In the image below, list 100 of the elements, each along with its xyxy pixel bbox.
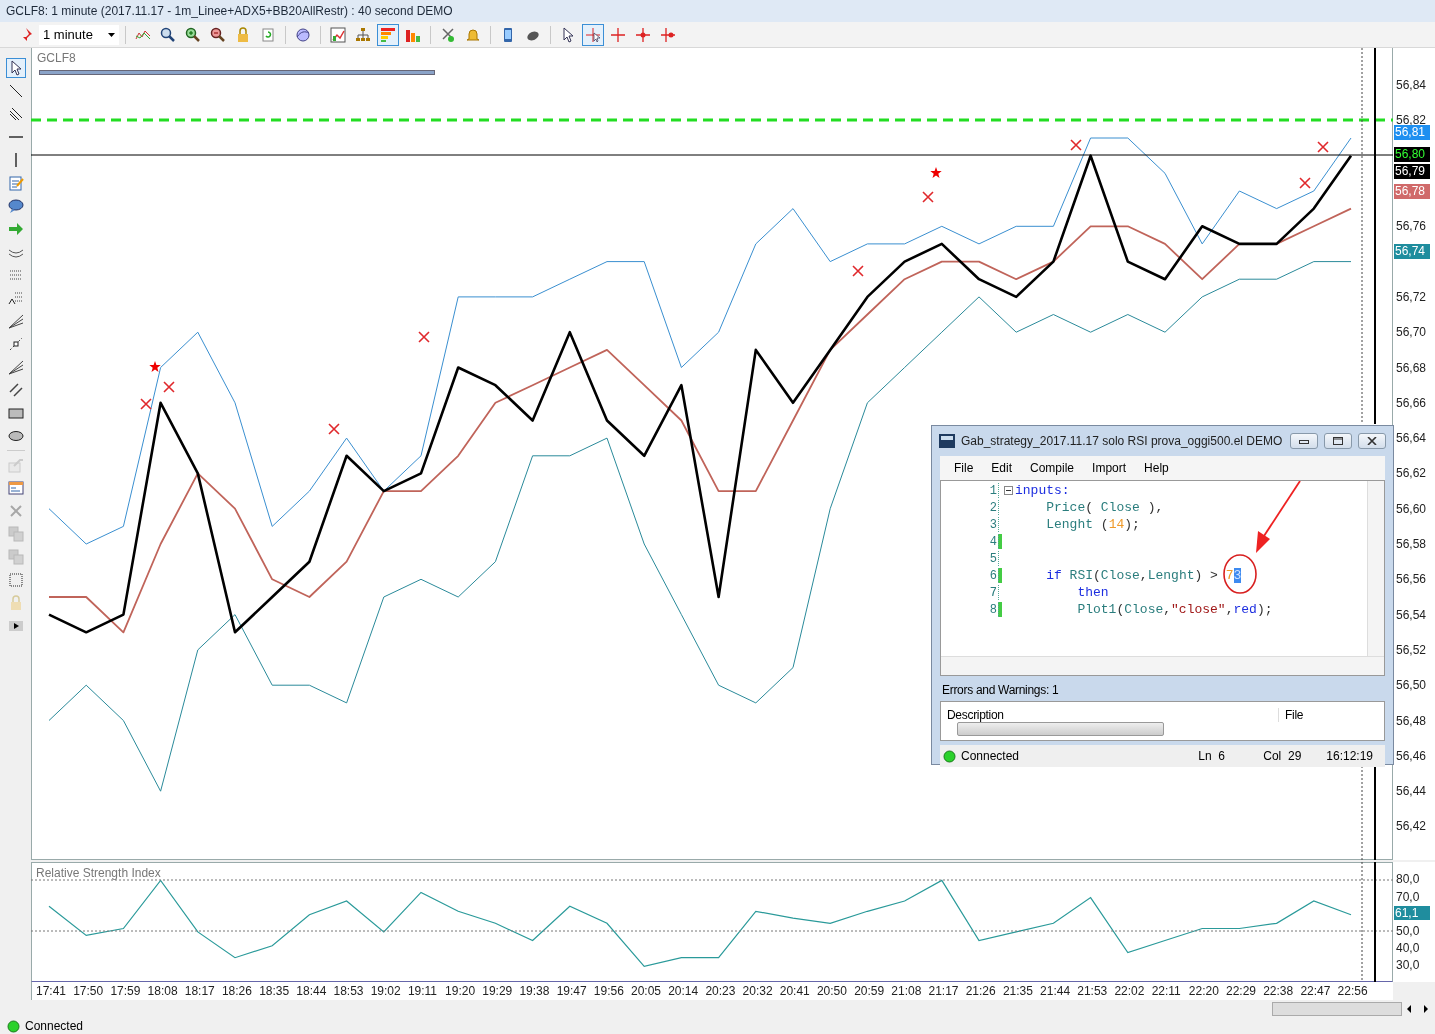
menu-item[interactable]: Edit <box>991 461 1013 475</box>
close-button[interactable] <box>1358 433 1386 449</box>
channel-icon <box>7 382 24 398</box>
line-number: 6 <box>988 568 997 583</box>
maximize-icon <box>1333 437 1343 445</box>
price-tag: 56,79 <box>1394 164 1430 179</box>
time-label: 18:44 <box>296 983 328 1000</box>
column-header[interactable]: File <box>1279 708 1304 722</box>
menu-item[interactable]: Help <box>1144 461 1169 475</box>
ellipse-icon <box>7 428 24 444</box>
code-line: then <box>1076 585 1109 600</box>
axis-label: 56,76 <box>1396 219 1427 234</box>
time-label: 21:08 <box>891 983 923 1000</box>
crosshair-icon <box>610 26 626 43</box>
axis-label: 56,42 <box>1396 819 1427 834</box>
horizontal-scrollbar[interactable] <box>941 656 1384 675</box>
connection-status: Connected <box>961 749 1021 763</box>
arrow-icon <box>7 221 24 237</box>
axis-label: 56,72 <box>1396 289 1427 304</box>
scissors-icon <box>440 26 456 43</box>
menu-item[interactable]: Compile <box>1030 461 1075 475</box>
axis-label: 56,46 <box>1396 748 1427 763</box>
minimize-icon <box>1299 438 1309 444</box>
zoom-in-icon <box>185 26 201 43</box>
axis-label: 56,66 <box>1396 395 1427 410</box>
maximize-button[interactable] <box>1324 433 1352 449</box>
time-label: 21:53 <box>1077 983 1109 1000</box>
rectangle-icon <box>7 405 24 421</box>
collapse-icon[interactable] <box>1004 486 1013 495</box>
dotted-lines-icon <box>7 267 24 283</box>
menu-item[interactable]: Import <box>1092 461 1127 475</box>
code-editor[interactable]: 1 inputs: 2 Price( Close ), 3 Lenght (14); 4 5 6 if RSI(Close,Lenght) > 73 7 then 8 Plot1(Close,"close",red); <box>940 480 1385 676</box>
menu-item[interactable]: File <box>954 461 974 475</box>
axis-label: 56,58 <box>1396 537 1427 551</box>
scroll-right-icon[interactable] <box>1423 1004 1429 1014</box>
line-number: 5 <box>988 551 997 566</box>
copy-icon <box>7 549 24 565</box>
scrollbar-thumb[interactable] <box>957 722 1164 736</box>
axis-label: 50,0 <box>1396 923 1420 938</box>
time-label: 19:29 <box>482 983 514 1000</box>
time-label: 19:56 <box>593 983 625 1000</box>
code-line: if RSI(Close,Lenght) > 73 <box>1045 568 1242 583</box>
search-icon <box>160 26 176 43</box>
copy-icon <box>7 526 24 542</box>
parallel-lines-icon <box>7 106 24 122</box>
time-label: 18:35 <box>259 983 291 1000</box>
scrollbar-thumb[interactable] <box>1272 1002 1402 1016</box>
minimize-button[interactable] <box>1290 433 1318 449</box>
time-label: 18:53 <box>333 983 365 1000</box>
app-icon <box>939 434 955 448</box>
pointer-icon <box>560 26 576 43</box>
line-number: 4 <box>988 534 997 549</box>
price-tag: 56,74 <box>1394 244 1430 259</box>
segment-icon <box>7 336 24 352</box>
vertical-scrollbar[interactable] <box>1367 481 1384 657</box>
time-label: 18:17 <box>184 983 216 1000</box>
vertical-line-icon <box>14 153 17 167</box>
window-title: Gab_strategy_2017.11.17 solo RSI prova_oggi500.el DEMO <box>961 434 1284 448</box>
drawing-tool[interactable] <box>5 196 26 216</box>
value-tag: 61,1 <box>1394 906 1430 920</box>
time-label: 17:59 <box>110 983 142 1000</box>
axis-label: 40,0 <box>1396 941 1420 956</box>
line-number: 1 <box>988 483 997 498</box>
time-label: 20:59 <box>854 983 886 1000</box>
axis-label: 56,68 <box>1396 360 1427 375</box>
fan-icon <box>7 359 24 375</box>
bell-icon <box>465 26 481 43</box>
interval-dropdown[interactable]: 1 minute <box>39 24 119 45</box>
time-label: 22:02 <box>1114 983 1146 1000</box>
panel-icon <box>7 480 24 496</box>
axis-label: 56,50 <box>1396 678 1427 693</box>
line-indicator: Ln 6 <box>1198 749 1226 763</box>
crosshair-icon <box>585 26 601 43</box>
time-label: 19:20 <box>445 983 477 1000</box>
time-label: 20:32 <box>742 983 774 1000</box>
time-label: 17:41 <box>36 983 68 1000</box>
delete-icon <box>7 503 24 519</box>
price-tag: 56,80 <box>1394 147 1430 162</box>
line-number: 8 <box>988 602 997 617</box>
axis-label: 56,52 <box>1396 642 1427 657</box>
time-label: 20:23 <box>705 983 737 1000</box>
code-line: Lenght (14); <box>1045 517 1140 532</box>
time-label: 22:56 <box>1337 983 1369 1000</box>
drawing-tool[interactable] <box>5 58 26 78</box>
time-label: 21:17 <box>928 983 960 1000</box>
fan-icon <box>7 313 24 329</box>
time-label: 21:26 <box>965 983 997 1000</box>
errors-label: Errors and Warnings: 1 <box>941 682 1060 699</box>
axis-label: 56,62 <box>1396 466 1427 481</box>
scroll-left-icon[interactable] <box>1406 1004 1412 1014</box>
axis-label: 30,0 <box>1396 958 1420 973</box>
time-label: 22:47 <box>1300 983 1332 1000</box>
time-label: 20:14 <box>668 983 700 1000</box>
price-tag: 56,78 <box>1394 184 1430 199</box>
time-label: 17:50 <box>73 983 105 1000</box>
color-bars-icon <box>380 26 396 43</box>
time-label: 22:11 <box>1151 983 1182 1000</box>
time-label: 19:47 <box>556 983 588 1000</box>
axis-label: 56,54 <box>1396 607 1427 622</box>
price-tag: 56,81 <box>1394 125 1430 140</box>
